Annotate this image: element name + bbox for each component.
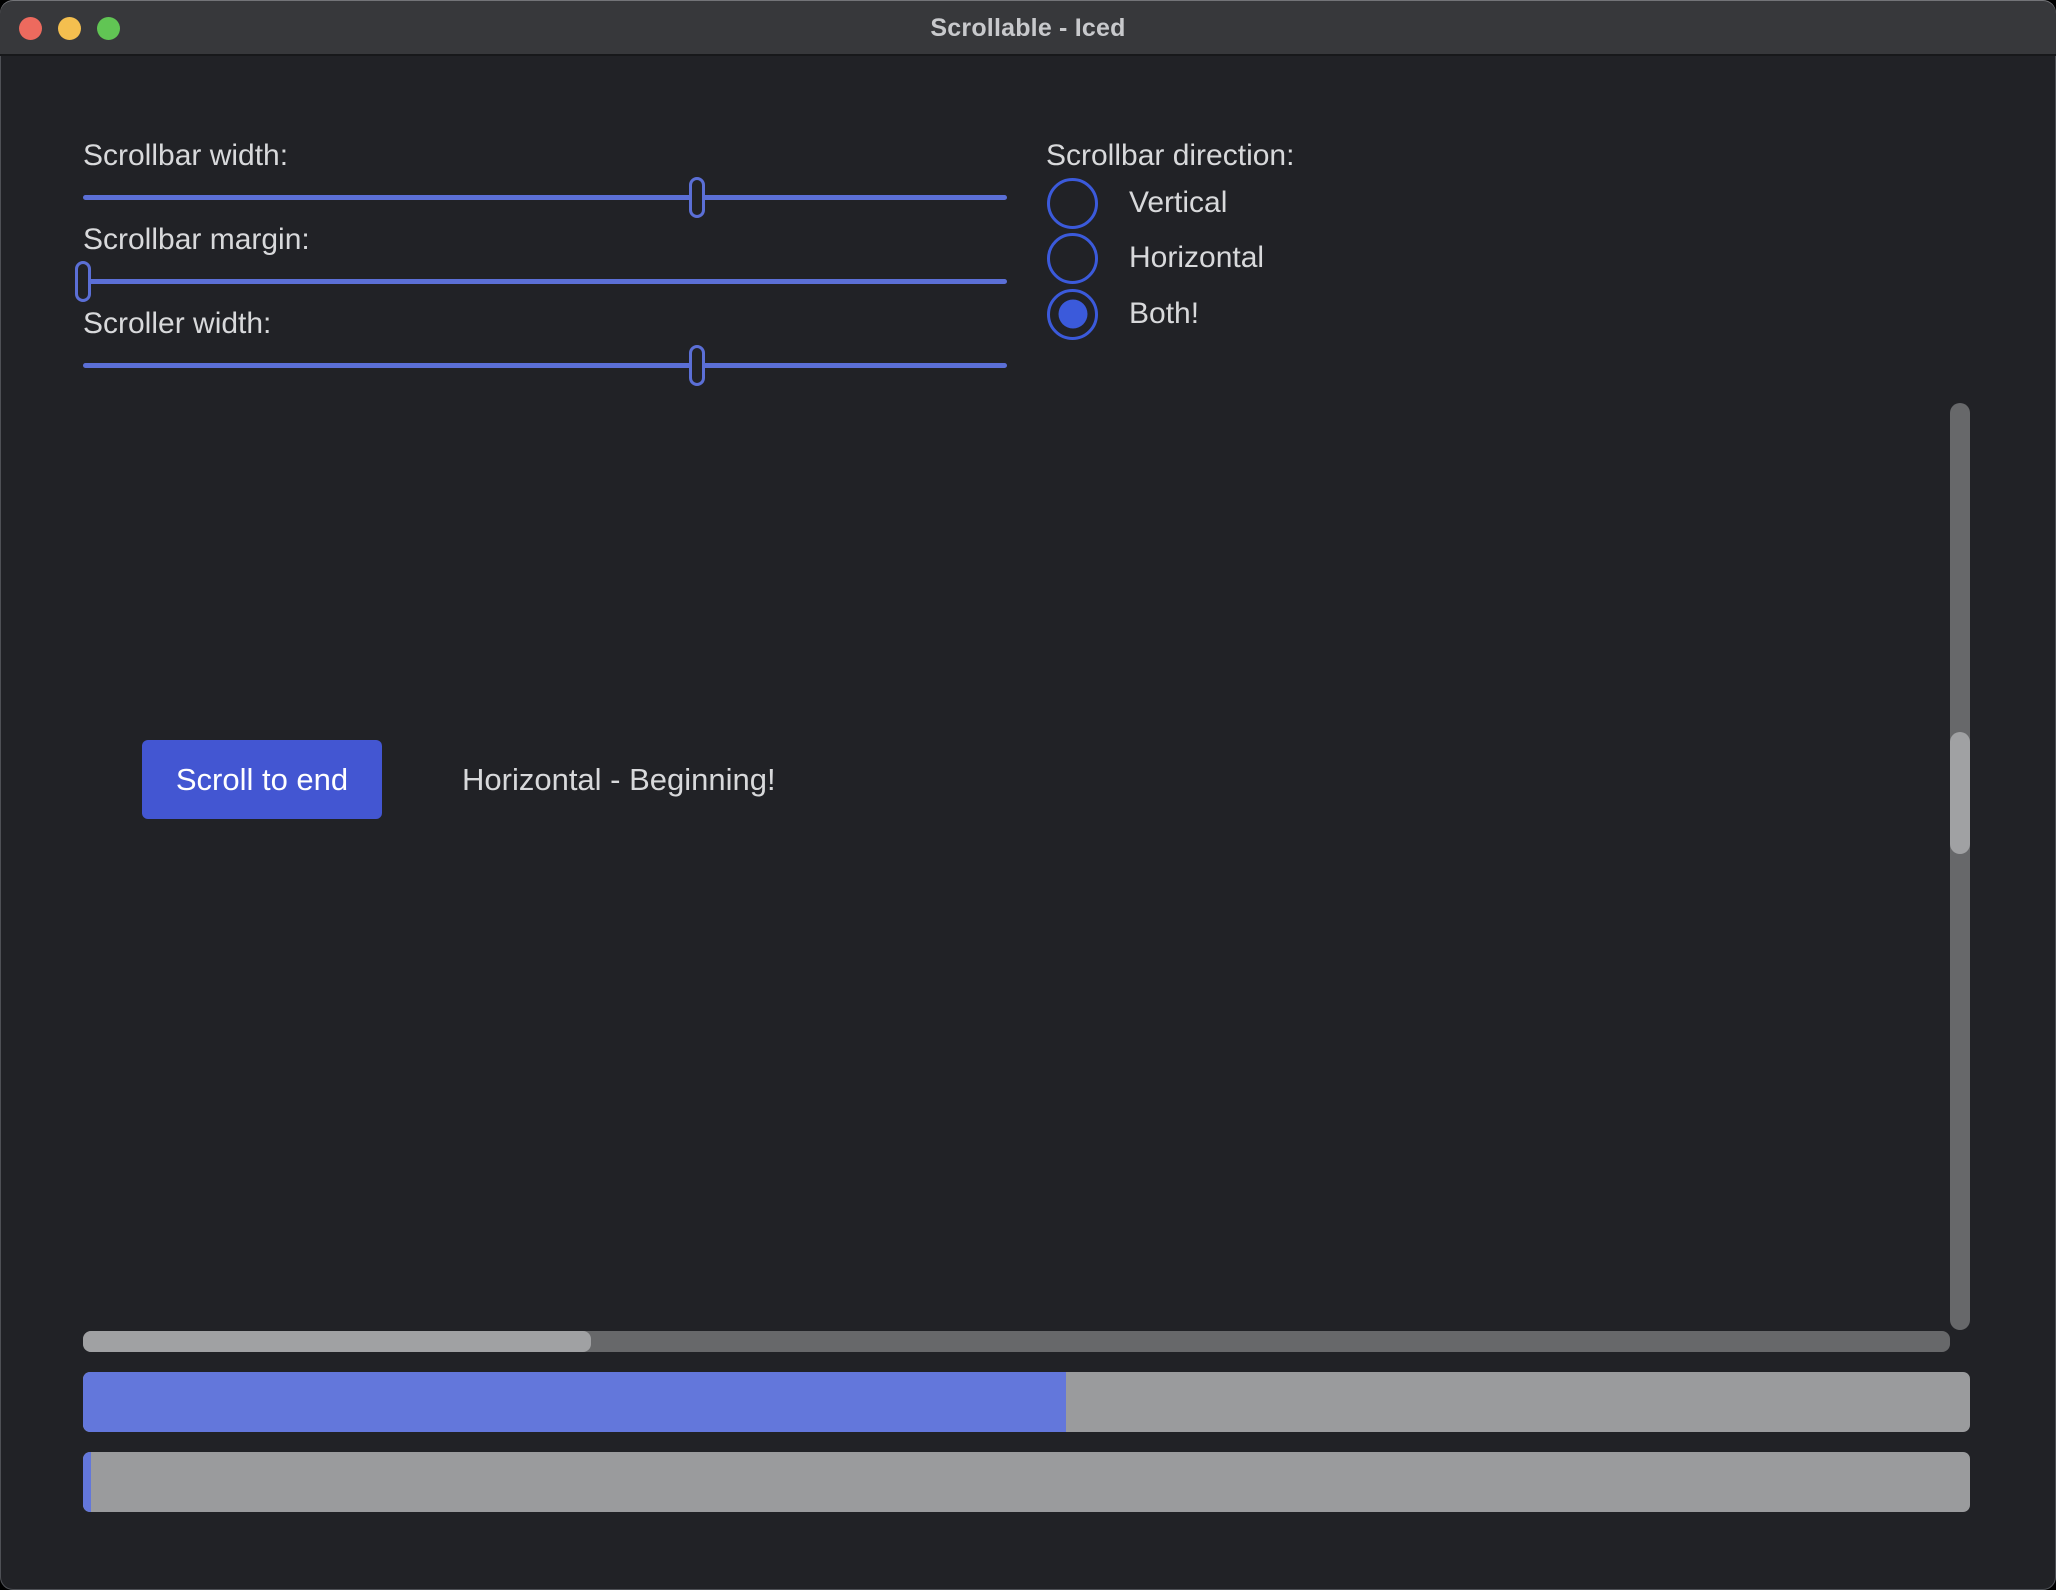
- slider-label-scrollbar-margin: Scrollbar margin:: [83, 222, 310, 258]
- radio-circle-icon[interactable]: [1047, 233, 1098, 284]
- slider-thumb[interactable]: [75, 261, 91, 302]
- radio-circle-icon[interactable]: [1047, 289, 1098, 340]
- horizontal-progress-bar: [83, 1372, 1970, 1432]
- progress-fill: [83, 1372, 1066, 1432]
- radio-option-label[interactable]: Both!: [1129, 297, 1199, 331]
- slider-rail[interactable]: [83, 363, 1007, 368]
- radio-option-both[interactable]: Both!: [1047, 288, 1199, 340]
- slider-scrollbar-margin[interactable]: [83, 261, 1007, 302]
- slider-rail[interactable]: [83, 195, 1007, 200]
- scroll-to-end-button[interactable]: Scroll to end: [142, 740, 382, 819]
- slider-scroller-width[interactable]: [83, 345, 1007, 386]
- slider-thumb[interactable]: [689, 177, 705, 218]
- slider-rail[interactable]: [83, 279, 1007, 284]
- horizontal-scrollbar[interactable]: [83, 1331, 1950, 1352]
- horizontal-scrollbar-thumb[interactable]: [83, 1331, 591, 1352]
- window: Scrollable - Iced Scrollbar width: Scrol…: [0, 0, 2056, 1590]
- radio-option-horizontal[interactable]: Horizontal: [1047, 232, 1264, 284]
- progress-fill: [83, 1452, 91, 1512]
- radio-circle-icon[interactable]: [1047, 178, 1098, 229]
- status-text: Horizontal - Beginning!: [462, 761, 776, 799]
- vertical-scrollbar[interactable]: [1950, 403, 1970, 1330]
- radio-group-label: Scrollbar direction:: [1046, 138, 1294, 174]
- radio-option-label[interactable]: Vertical: [1129, 186, 1227, 220]
- slider-label-scrollbar-width: Scrollbar width:: [83, 138, 288, 174]
- radio-option-label[interactable]: Horizontal: [1129, 241, 1264, 275]
- slider-thumb[interactable]: [689, 345, 705, 386]
- vertical-progress-bar: [83, 1452, 1970, 1512]
- titlebar: Scrollable - Iced: [0, 0, 2056, 56]
- slider-label-scroller-width: Scroller width:: [83, 306, 271, 342]
- vertical-scrollbar-thumb[interactable]: [1950, 732, 1970, 853]
- radio-dot-icon: [1058, 300, 1087, 329]
- radio-option-vertical[interactable]: Vertical: [1047, 177, 1227, 229]
- window-title: Scrollable - Iced: [0, 0, 2056, 54]
- slider-scrollbar-width[interactable]: [83, 177, 1007, 218]
